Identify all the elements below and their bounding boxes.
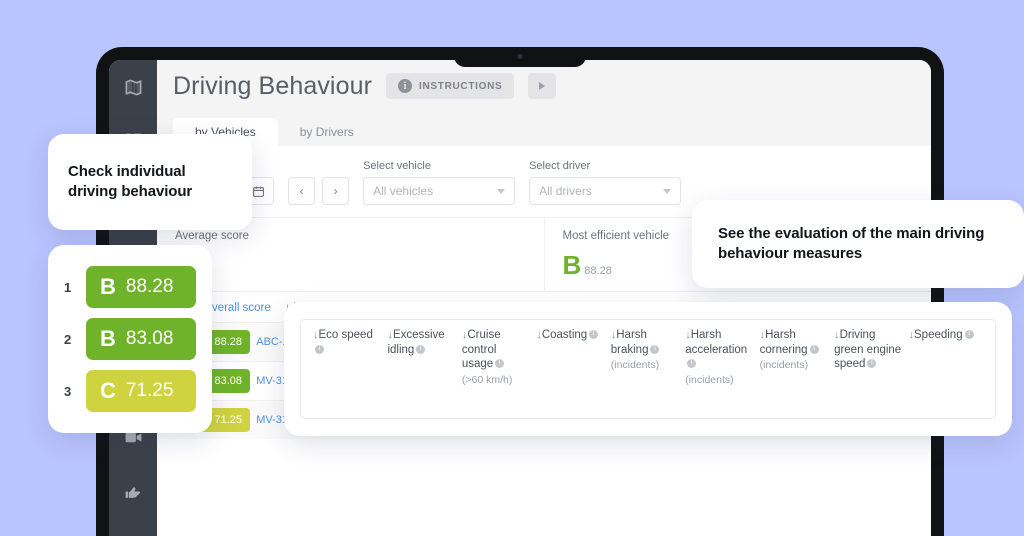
- grade-value: 88.28: [584, 265, 612, 277]
- metric-subtitle: (incidents): [685, 374, 753, 386]
- metric-subtitle: (incidents): [760, 359, 828, 371]
- select-driver-label: Select driver: [529, 160, 681, 172]
- callout-evaluation: See the evaluation of the main driving b…: [692, 200, 1024, 288]
- hand-coaching-icon: [124, 482, 143, 501]
- metric-title: Eco speed: [319, 329, 373, 341]
- metric-title-wrap: ↓Speeding: [909, 328, 977, 343]
- top-score-rank: 1: [64, 280, 74, 295]
- grade-letter: B: [100, 274, 116, 300]
- metric-title-wrap: ↓Harsh cornering: [760, 328, 828, 357]
- date-nav: ‹ ›: [288, 177, 349, 205]
- grade-value: 88.28: [214, 336, 242, 348]
- app-screen: Driving Behaviour i INSTRUCTIONS by Vehi…: [109, 60, 931, 536]
- map-icon: [124, 78, 143, 97]
- select-vehicle-label: Select vehicle: [363, 160, 515, 172]
- grade-value: 83.08: [214, 375, 242, 387]
- instructions-label: INSTRUCTIONS: [419, 81, 502, 92]
- callout-check-text: Check individual driving behaviour: [68, 162, 232, 202]
- chevron-down-icon: [663, 189, 671, 194]
- sidebar-item-map[interactable]: [122, 76, 144, 98]
- metric-title-wrap: ↓Harsh acceleration: [685, 328, 753, 372]
- grade-value: 71.25: [126, 380, 174, 402]
- grade-letter: C: [100, 378, 116, 404]
- metric-subtitle: (>60 km/h): [462, 374, 530, 386]
- device-notch: [454, 47, 586, 67]
- metric-title: Harsh acceleration: [685, 329, 747, 356]
- metric-title-wrap: ↓Driving green engine speed: [834, 328, 902, 372]
- metric-title: Coasting: [542, 329, 587, 341]
- info-icon[interactable]: [589, 330, 598, 339]
- calendar-icon: [252, 185, 265, 198]
- top-score-rank: 2: [64, 332, 74, 347]
- info-icon[interactable]: [315, 345, 324, 354]
- sort-overall-score[interactable]: Overall score: [203, 302, 271, 314]
- metrics-header-row: ↓Eco speed↓Excessive idling↓Cruise contr…: [300, 319, 996, 419]
- metric-title-wrap: ↓Coasting: [536, 328, 604, 343]
- view-tabs: by Vehicles by Drivers: [157, 112, 931, 146]
- info-icon[interactable]: [416, 345, 425, 354]
- tab-by-drivers[interactable]: by Drivers: [278, 118, 376, 146]
- metric-column[interactable]: ↓Cruise control usage (>60 km/h): [462, 328, 536, 410]
- metric-column[interactable]: ↓Speeding: [909, 328, 983, 410]
- prev-period-button[interactable]: ‹: [288, 177, 315, 205]
- stat-label: Average score: [175, 230, 526, 242]
- top-score-badge: C 71.25: [86, 370, 196, 412]
- info-icon[interactable]: [687, 359, 696, 368]
- metric-title-wrap: ↓Cruise control usage: [462, 328, 530, 372]
- grade-value: 88.28: [126, 276, 174, 298]
- select-vehicle-dropdown[interactable]: All vehicles: [363, 177, 515, 205]
- metric-column[interactable]: ↓Excessive idling: [387, 328, 461, 410]
- callout-evaluation-text: See the evaluation of the main driving b…: [718, 224, 998, 264]
- top-score-badge: B 88.28: [86, 266, 196, 308]
- camera-icon: [518, 54, 523, 59]
- callout-metrics: ↓Eco speed↓Excessive idling↓Cruise contr…: [284, 302, 1012, 436]
- main-panel: Driving Behaviour i INSTRUCTIONS by Vehi…: [157, 60, 931, 536]
- top-score-rank: 3: [64, 384, 74, 399]
- top-score-row: 2 B 83.08: [64, 318, 196, 360]
- select-vehicle-value: All vehicles: [373, 184, 433, 198]
- play-icon: [539, 82, 545, 90]
- info-icon[interactable]: [495, 359, 504, 368]
- callout-check-individual: Check individual driving behaviour: [48, 134, 252, 230]
- select-driver-dropdown[interactable]: All drivers: [529, 177, 681, 205]
- instructions-button[interactable]: i INSTRUCTIONS: [386, 73, 514, 99]
- metric-title-wrap: ↓Harsh braking: [611, 328, 679, 357]
- info-icon[interactable]: [810, 345, 819, 354]
- device-frame: Driving Behaviour i INSTRUCTIONS by Vehi…: [96, 47, 944, 536]
- metric-title: Speeding: [914, 329, 963, 341]
- page-title: Driving Behaviour: [173, 72, 372, 101]
- average-score-value: 67.32: [175, 252, 526, 267]
- info-icon: i: [398, 79, 412, 93]
- metric-title: Harsh cornering: [760, 329, 808, 356]
- grade-letter: B: [563, 252, 582, 278]
- grade-value: 83.08: [126, 328, 174, 350]
- page-header: Driving Behaviour i INSTRUCTIONS: [157, 60, 931, 112]
- metric-title-wrap: ↓Excessive idling: [387, 328, 455, 357]
- metric-column[interactable]: ↓Harsh braking (incidents): [611, 328, 685, 410]
- top-score-row: 3 C 71.25: [64, 370, 196, 412]
- grade-value: 71.25: [214, 414, 242, 426]
- chevron-down-icon: [497, 189, 505, 194]
- metric-column[interactable]: ↓Eco speed: [313, 328, 387, 410]
- info-icon[interactable]: [867, 359, 876, 368]
- metric-column[interactable]: ↓Harsh acceleration (incidents): [685, 328, 759, 410]
- vehicle-filter-group: Select vehicle All vehicles: [363, 160, 515, 205]
- next-period-button[interactable]: ›: [322, 177, 349, 205]
- metric-column[interactable]: ↓Coasting: [536, 328, 610, 410]
- top-score-row: 1 B 88.28: [64, 266, 196, 308]
- metric-title: Harsh braking: [611, 329, 649, 356]
- sidebar-item-coaching[interactable]: [122, 480, 144, 502]
- select-driver-value: All drivers: [539, 184, 592, 198]
- metric-title-wrap: ↓Eco speed: [313, 328, 381, 357]
- info-icon[interactable]: [650, 345, 659, 354]
- metric-subtitle: (incidents): [611, 359, 679, 371]
- top-score-badge: B 83.08: [86, 318, 196, 360]
- callout-top-scores: 1 B 88.28 2 B 83.08 3 C 71.25: [48, 245, 212, 433]
- info-icon[interactable]: [965, 330, 974, 339]
- play-button[interactable]: [528, 73, 556, 99]
- metric-column[interactable]: ↓Harsh cornering (incidents): [760, 328, 834, 410]
- driver-filter-group: Select driver All drivers: [529, 160, 681, 205]
- grade-letter: B: [100, 326, 116, 352]
- metric-column[interactable]: ↓Driving green engine speed: [834, 328, 908, 410]
